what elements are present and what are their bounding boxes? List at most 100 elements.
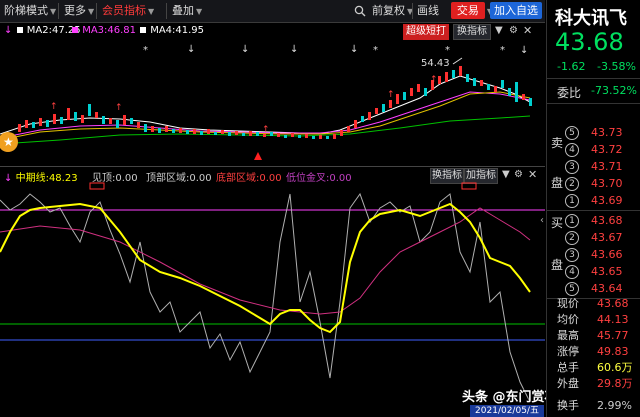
chevron-down-icon: ▼ (196, 7, 203, 16)
sell-level-5[interactable]: 5 43.73 (565, 124, 640, 142)
level-badge: 4 (565, 143, 579, 157)
search-button[interactable] (354, 3, 366, 19)
up-arrow-marker: ↑ (262, 125, 270, 135)
candle (109, 118, 112, 124)
buy-label-bottom: 盘 (551, 258, 564, 272)
level-badge: 5 (565, 282, 579, 296)
buy-price: 43.67 (591, 231, 623, 244)
divider (96, 3, 97, 19)
candle (179, 128, 182, 133)
candle (508, 88, 511, 96)
vip-indicator-menu[interactable]: 会员指标 ▼ (102, 3, 154, 19)
fast-line (0, 192, 531, 403)
up-arrow-marker: ↑ (387, 90, 395, 100)
buy-level-2[interactable]: 2 43.67 (565, 229, 640, 247)
collapse-panel-handle[interactable]: ‹ (540, 215, 546, 235)
candlestick-chart[interactable]: * ↓ ↓ ↓ ↓ * * * ↓ 54.43 ↑ ↑ ↑ ↑ ↑ ★ (0, 22, 545, 168)
stat-limit-up: 涨停 49.83 (557, 344, 640, 360)
candle (529, 98, 532, 106)
sub-pane-close-icon[interactable]: ✕ (528, 168, 537, 181)
arrow-marker: ↓ (290, 44, 298, 55)
candle (445, 72, 448, 82)
signal-box (89, 182, 105, 190)
sell-label-bottom: 盘 (551, 176, 564, 190)
buy-level-1[interactable]: 1 43.68 (565, 212, 640, 230)
level-badge: 2 (565, 177, 579, 191)
candle (88, 104, 91, 116)
candle (396, 94, 399, 104)
candle (298, 135, 301, 138)
candle (18, 124, 21, 132)
sell-level-2[interactable]: 2 43.70 (565, 175, 640, 193)
candle (60, 117, 63, 124)
star-marker: * (445, 45, 450, 56)
switch-indicator-button[interactable]: 换指标 (453, 24, 491, 40)
buy-price: 43.68 (591, 214, 623, 227)
sell-level-4[interactable]: 4 43.72 (565, 141, 640, 159)
candle (74, 112, 77, 121)
stat-avg-price: 均价 44.13 (557, 312, 640, 328)
super-short-button[interactable]: 超级短打 (403, 24, 449, 40)
add-watchlist-label: 加入自选 (494, 4, 538, 17)
sell-price: 43.72 (591, 143, 623, 156)
buy-level-3[interactable]: 3 43.66 (565, 246, 640, 264)
candle (319, 135, 322, 139)
candle (480, 80, 483, 86)
sell-label-top: 卖 (551, 136, 564, 150)
sell-price: 43.71 (591, 160, 623, 173)
add-watchlist-button[interactable]: 加入自选 (490, 2, 542, 19)
trade-label: 交易 (450, 2, 485, 19)
candle (284, 135, 287, 138)
stat-label: 总手 (557, 361, 579, 374)
star-glyph: ★ (3, 135, 14, 149)
candle (410, 88, 413, 96)
buy-level-4[interactable]: 4 43.65 (565, 263, 640, 281)
candle (347, 126, 350, 132)
fuquan-menu[interactable]: 前复权 ▼ (372, 3, 413, 19)
indicator-chart[interactable] (0, 182, 545, 408)
pane-settings-icon[interactable]: ⚙ (509, 25, 518, 36)
candle (53, 114, 56, 124)
candle (375, 108, 378, 114)
level-badge: 3 (565, 248, 579, 262)
candle (501, 80, 504, 88)
stat-label: 换手 (557, 399, 579, 412)
more-menu[interactable]: 更多 ▼ (64, 3, 94, 19)
candles (18, 66, 532, 139)
up-arrow-marker: ↑ (115, 103, 123, 113)
candle (137, 122, 140, 128)
signal-markers: * ↓ ↓ ↓ ↓ * * * ↓ (143, 44, 528, 56)
candle (522, 94, 525, 100)
divider (547, 78, 640, 79)
draw-line-label: 画线 (417, 4, 439, 17)
candle (102, 116, 105, 124)
candle (249, 131, 252, 136)
high-marker-value: 54.43 (421, 58, 450, 69)
pane-close-icon[interactable]: ✕ (523, 24, 532, 37)
sub-pane-menu-icon[interactable]: ▼ (502, 169, 510, 180)
sell-level-1[interactable]: 1 43.69 (565, 192, 640, 210)
sell-level-3[interactable]: 3 43.71 (565, 158, 640, 176)
candle (333, 134, 336, 139)
sub-pane-settings-icon[interactable]: ⚙ (514, 169, 523, 180)
divider (166, 3, 167, 19)
sub-add-label: 加指标 (466, 170, 496, 181)
arrow-marker: ↓ (187, 44, 195, 55)
stat-value: 44.13 (597, 313, 629, 326)
level-badge: 1 (565, 194, 579, 208)
signal-box (461, 182, 477, 190)
pane-menu-icon[interactable]: ▼ (495, 25, 503, 36)
mid-term-line (0, 202, 531, 334)
draw-line-button[interactable]: 画线 (417, 3, 439, 19)
star-marker: * (500, 45, 505, 56)
candle (158, 128, 161, 133)
ladder-mode-menu[interactable]: 阶梯模式 ▼ (4, 3, 56, 19)
candle (473, 78, 476, 86)
weibi-label: 委比 (557, 86, 582, 100)
overlay-menu[interactable]: 叠加 ▼ (172, 3, 202, 19)
candle (172, 129, 175, 133)
arrow-marker: ↓ (350, 44, 358, 55)
sell-price: 43.73 (591, 126, 623, 139)
stat-value: 2.99% (597, 399, 632, 412)
candle (424, 88, 427, 96)
